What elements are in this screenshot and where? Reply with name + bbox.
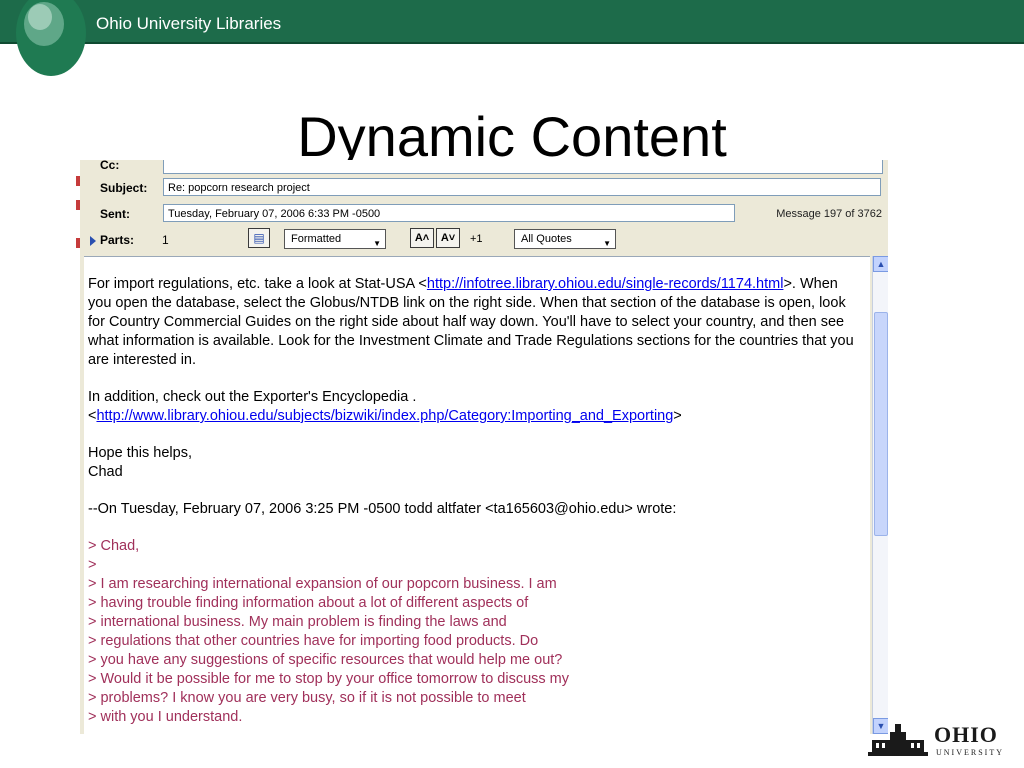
paragraph-3: Hope this helps, Chad bbox=[88, 444, 864, 482]
quoted-line: > Chad, bbox=[88, 538, 140, 554]
format-select[interactable]: Formatted ▼ bbox=[284, 229, 386, 249]
stat-usa-link[interactable]: http://infotree.library.ohiou.edu/single… bbox=[427, 276, 784, 292]
paragraph-1: For import regulations, etc. take a look… bbox=[88, 275, 864, 370]
header-bar: Ohio University Libraries bbox=[0, 0, 1024, 76]
quotes-select[interactable]: All Quotes ▼ bbox=[514, 229, 616, 249]
quoted-line: > problems? I know you are very busy, so… bbox=[88, 690, 526, 706]
sent-field[interactable]: Tuesday, February 07, 2006 6:33 PM -0500 bbox=[163, 204, 735, 222]
quoted-line: > I am researching international expansi… bbox=[88, 576, 557, 592]
bizwiki-link[interactable]: http://www.library.ohiou.edu/subjects/bi… bbox=[96, 408, 673, 424]
p1-text: For import regulations, etc. take a look… bbox=[88, 276, 427, 292]
subject-row: Subject: Re: popcorn research project bbox=[80, 178, 888, 202]
message-text: For import regulations, etc. take a look… bbox=[88, 275, 864, 727]
parts-row: Parts: 1 ▤ Formatted ▼ A˄ A˅ +1 All Quot… bbox=[80, 228, 888, 252]
quoted-line: > bbox=[88, 557, 97, 573]
cc-label: Cc: bbox=[100, 160, 120, 172]
chevron-down-icon: ▼ bbox=[603, 239, 611, 248]
logo-year: 1804 bbox=[888, 752, 904, 758]
sent-label: Sent: bbox=[100, 207, 130, 221]
font-delta: +1 bbox=[470, 233, 483, 245]
paragraph-4: --On Tuesday, February 07, 2006 3:25 PM … bbox=[88, 500, 864, 519]
parts-count: 1 bbox=[162, 233, 169, 247]
p2-post: > bbox=[673, 408, 682, 424]
print-icon[interactable]: ▤ bbox=[248, 228, 270, 248]
quoted-line: > with you I understand. bbox=[88, 709, 243, 725]
parts-label: Parts: bbox=[100, 233, 135, 247]
reply-header: --On Tuesday, February 07, 2006 3:25 PM … bbox=[88, 501, 677, 517]
expand-triangle-icon[interactable] bbox=[90, 236, 96, 246]
logo-highlight-inner bbox=[28, 4, 52, 30]
vertical-scrollbar[interactable]: ▲ ▼ bbox=[872, 256, 888, 734]
quoted-line: > regulations that other countries have … bbox=[88, 633, 539, 649]
signature: Chad bbox=[88, 464, 123, 480]
email-window: Cc: Subject: Re: popcorn research projec… bbox=[80, 160, 888, 734]
message-count: Message 197 of 3762 bbox=[776, 208, 882, 220]
font-larger-button[interactable]: A˄ bbox=[410, 228, 434, 248]
ohio-university-logo: 1804 OHIO UNIVERSITY bbox=[868, 718, 1018, 762]
subject-label: Subject: bbox=[100, 181, 148, 195]
quotes-select-value: All Quotes bbox=[521, 233, 572, 245]
quoted-line: > international business. My main proble… bbox=[88, 614, 507, 630]
message-body: For import regulations, etc. take a look… bbox=[84, 256, 870, 734]
quoted-line: > having trouble finding information abo… bbox=[88, 595, 529, 611]
logo-wordmark: OHIO bbox=[934, 722, 998, 747]
cc-field[interactable] bbox=[163, 160, 883, 174]
chevron-down-icon: ▼ bbox=[373, 239, 381, 248]
cc-row: Cc: bbox=[80, 160, 888, 174]
cutler-hall-icon bbox=[868, 724, 928, 756]
subject-field[interactable]: Re: popcorn research project bbox=[163, 178, 881, 196]
quoted-line: > you have any suggestions of specific r… bbox=[88, 652, 563, 668]
scroll-thumb[interactable] bbox=[874, 312, 888, 536]
p2-line1: In addition, check out the Exporter's En… bbox=[88, 389, 417, 405]
format-select-value: Formatted bbox=[291, 233, 342, 245]
font-smaller-button[interactable]: A˅ bbox=[436, 228, 460, 248]
quoted-block: > Chad, > > I am researching internation… bbox=[88, 537, 864, 727]
logo-subtitle: UNIVERSITY bbox=[936, 748, 1004, 757]
paragraph-2: In addition, check out the Exporter's En… bbox=[88, 388, 864, 426]
scroll-up-icon[interactable]: ▲ bbox=[873, 256, 888, 272]
quoted-line: > Would it be possible for me to stop by… bbox=[88, 671, 569, 687]
sent-row: Sent: Tuesday, February 07, 2006 6:33 PM… bbox=[80, 204, 888, 228]
p3-line1: Hope this helps, bbox=[88, 445, 192, 461]
header-title: Ohio University Libraries bbox=[96, 14, 282, 33]
